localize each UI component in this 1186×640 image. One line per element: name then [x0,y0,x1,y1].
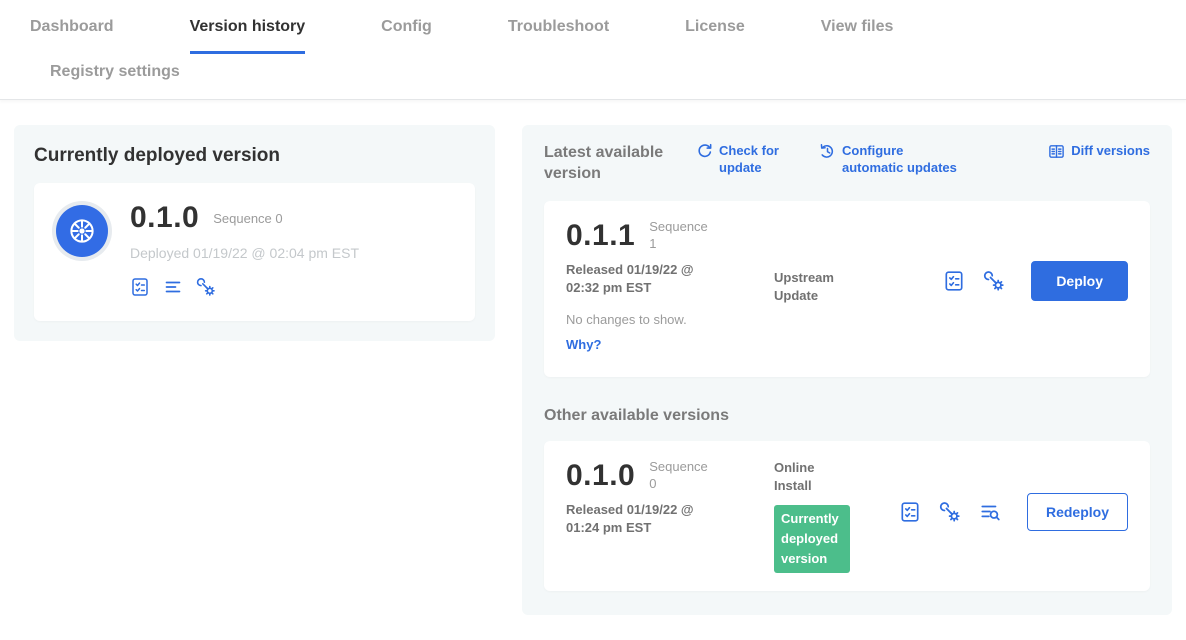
tab-license[interactable]: License [685,18,745,54]
diff-versions-link[interactable]: Diff versions [1048,143,1150,160]
latest-version-number: 0.1.1 [566,219,635,253]
configure-automatic-updates-link[interactable]: Configure automatic updates [819,143,964,177]
checklist-icon[interactable] [899,501,921,523]
latest-sequence-label: Sequence 1 [649,219,713,253]
diff-columns-icon [1048,143,1065,160]
other-version-info: 0.1.0 Sequence 0 Released 01/19/22 @ 01:… [566,459,774,539]
redeploy-button[interactable]: Redeploy [1027,493,1128,531]
currently-deployed-badge: Currently deployed version [774,505,850,573]
other-source-column: Online Install Currently deployed versio… [774,459,892,574]
tab-view-files[interactable]: View files [821,18,894,54]
other-version-row: 0.1.0 Sequence 0 [566,459,774,493]
why-link[interactable]: Why? [566,337,601,352]
configure-automatic-updates-label: Configure automatic updates [842,143,964,177]
other-versions-title: Other available versions [544,407,1150,425]
tab-registry-settings[interactable]: Registry settings [50,63,1186,81]
deploy-button[interactable]: Deploy [1031,261,1128,301]
latest-released-timestamp: Released 01/19/22 @ 02:32 pm EST [566,261,708,299]
other-released-timestamp: Released 01/19/22 @ 01:24 pm EST [566,501,708,539]
top-nav: Dashboard Version history Config Trouble… [0,0,1186,100]
refresh-arrow-icon [696,143,713,160]
online-install-label: Online Install [774,459,846,495]
diff-versions-label: Diff versions [1071,143,1150,160]
latest-version-info: 0.1.1 Sequence 1 Released 01/19/22 @ 02:… [566,219,774,355]
no-changes-text: No changes to show. [566,312,774,327]
clock-refresh-icon [819,143,836,160]
file-search-icon[interactable] [979,501,1001,523]
wrench-gear-icon[interactable] [939,501,961,523]
latest-version-card: 0.1.1 Sequence 1 Released 01/19/22 @ 02:… [544,201,1150,377]
tab-troubleshoot[interactable]: Troubleshoot [508,18,609,54]
latest-source-column: Upstream Update [774,269,892,305]
latest-version-row: 0.1.1 Sequence 1 [566,219,774,253]
latest-version-header: Latest available version Check for updat… [544,143,1150,185]
checklist-icon[interactable] [943,270,965,292]
latest-available-title: Latest available version [544,143,666,185]
current-sequence-label: Sequence 0 [213,211,282,226]
other-version-actions: Redeploy [899,493,1128,531]
upstream-update-label: Upstream Update [774,269,846,305]
latest-version-actions: Deploy [943,261,1128,301]
check-for-update-link[interactable]: Check for update [696,143,789,177]
checklist-icon[interactable] [130,277,150,297]
kubernetes-icon [56,205,108,257]
wrench-gear-icon[interactable] [983,270,1005,292]
tab-config[interactable]: Config [381,18,432,54]
current-version-row: 0.1.0 Sequence 0 [130,201,359,235]
current-version-info: 0.1.0 Sequence 0 Deployed 01/19/22 @ 02:… [130,201,359,297]
other-version-card: 0.1.0 Sequence 0 Released 01/19/22 @ 01:… [544,441,1150,592]
file-lines-icon[interactable] [163,277,183,297]
tab-version-history[interactable]: Version history [190,18,306,54]
available-versions-panel: Latest available version Check for updat… [522,125,1172,615]
deployed-timestamp: Deployed 01/19/22 @ 02:04 pm EST [130,245,359,261]
tab-dashboard[interactable]: Dashboard [30,18,114,54]
other-version-number: 0.1.0 [566,459,635,493]
current-version-card: 0.1.0 Sequence 0 Deployed 01/19/22 @ 02:… [34,183,475,321]
wrench-gear-icon[interactable] [196,277,216,297]
currently-deployed-title: Currently deployed version [34,145,475,167]
other-sequence-label: Sequence 0 [649,459,713,493]
nav-row-2: Registry settings [30,54,1186,99]
nav-row-1: Dashboard Version history Config Trouble… [30,18,1186,54]
current-version-actions [130,277,359,297]
currently-deployed-panel: Currently deployed version 0.1.0 Sequenc… [14,125,495,341]
current-version-number: 0.1.0 [130,201,199,235]
check-for-update-label: Check for update [719,143,789,177]
main-content: Currently deployed version 0.1.0 Sequenc… [0,100,1186,640]
